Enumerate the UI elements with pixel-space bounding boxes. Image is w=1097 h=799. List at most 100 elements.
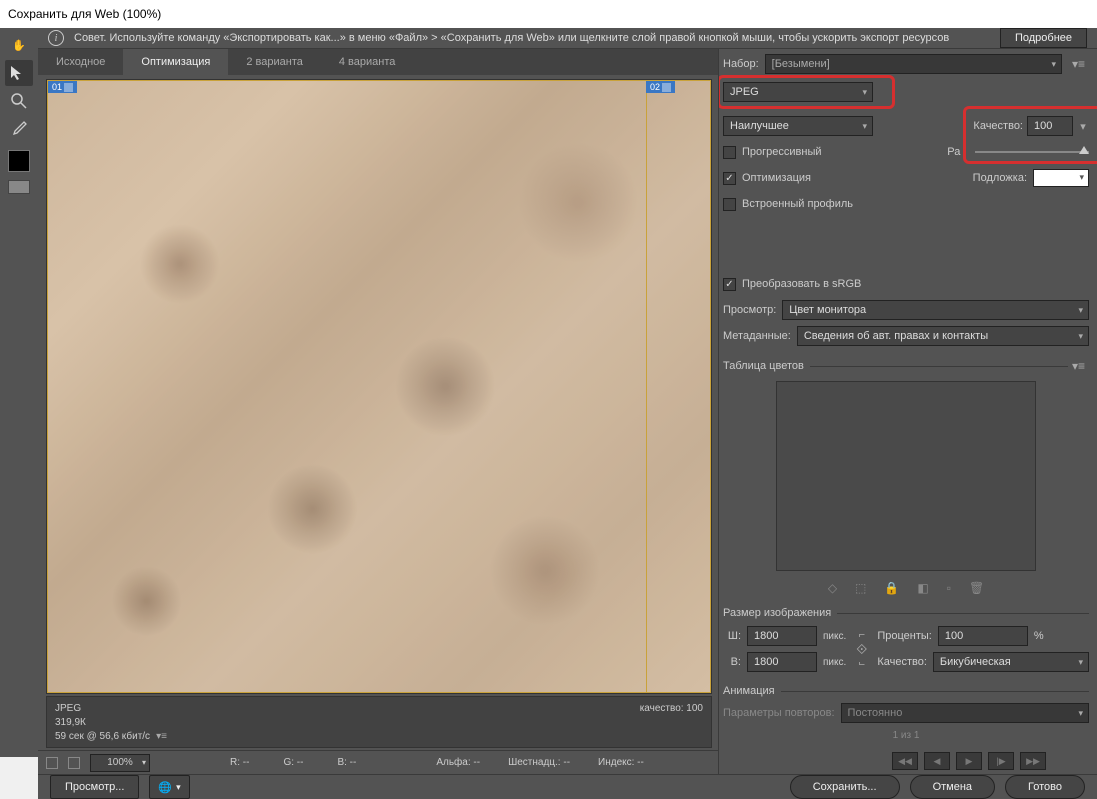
preview-dropdown[interactable]: Цвет монитора [782,300,1089,320]
resample-dropdown[interactable]: Бикубическая [933,652,1089,672]
status-r: R: -- [230,757,249,768]
tool-column: ✋ [0,28,38,757]
status-box-1[interactable] [46,757,58,769]
quality-preset-dropdown[interactable]: Наилучшее [723,116,873,136]
window-title: Сохранить для Web (100%) [0,0,1097,28]
embed-profile-checkbox[interactable] [723,198,736,211]
slice-badge-02[interactable]: 02 [646,81,675,93]
eyedropper-color-swatch[interactable] [8,150,30,172]
tab-4up[interactable]: 4 варианта [321,49,414,75]
info-text: Совет. Используйте команду «Экспортирова… [74,32,990,44]
bottom-button-bar: Просмотр... 🌐▾ Сохранить... Отмена Готов… [38,774,1097,799]
quality-slider[interactable] [975,151,1089,153]
blur-label-clipped: Ра [947,146,965,158]
preview-filesize: 319,9К [55,717,703,728]
slice-select-tool[interactable] [5,60,33,86]
tab-2up[interactable]: 2 варианта [228,49,321,75]
prev-frame-button[interactable]: ◀ [924,752,950,770]
animation-header: Анимация [723,685,775,697]
preview-tabs: Исходное Оптимизация 2 варианта 4 вариан… [38,49,718,75]
status-index: Индекс: -- [598,757,644,768]
browser-select-dropdown[interactable]: 🌐▾ [149,775,189,799]
preview-menu-icon[interactable]: ▾≡ [156,731,167,742]
done-button[interactable]: Готово [1005,775,1085,799]
optimized-label: Оптимизация [742,172,811,184]
cancel-button[interactable]: Отмена [910,775,995,799]
progressive-checkbox[interactable] [723,146,736,159]
color-table-menu-icon[interactable]: ▾≡ [1068,359,1089,373]
image-size-header: Размер изображения [723,607,831,619]
convert-srgb-checkbox[interactable] [723,278,736,291]
preset-menu-icon[interactable]: ▾≡ [1068,57,1089,71]
save-button[interactable]: Сохранить... [790,775,900,799]
preview-format: JPEG [55,703,703,714]
color-table [776,381,1036,571]
zoom-tool[interactable] [5,88,33,114]
animation-pager: 1 из 1 [723,727,1089,744]
ct-new-icon[interactable]: ▫ [947,581,951,595]
color-table-header: Таблица цветов [723,360,804,372]
color-table-toolbar: ◇ ⬚ 🔒 ◧ ▫ 🗑 [723,581,1089,595]
embed-profile-label: Встроенный профиль [742,198,853,210]
slice-overlay: 01 02 [47,80,711,693]
hand-tool[interactable]: ✋ [5,32,33,58]
status-box-2[interactable] [68,757,80,769]
width-label: Ш: [723,630,741,642]
preset-dropdown[interactable]: [Безымени] [765,54,1062,74]
percent-unit: % [1034,630,1044,642]
optimized-checkbox[interactable] [723,172,736,185]
status-g: G: -- [283,757,303,768]
learn-more-button[interactable]: Подробнее [1000,28,1087,48]
settings-panel: Набор: [Безымени] ▾≡ JPEG Наилучшее Каче… [718,49,1097,774]
constrain-link-icon[interactable]: ⟐ [854,641,869,658]
percent-input[interactable]: 100 [938,626,1028,646]
info-bar: i Совет. Используйте команду «Экспортиро… [38,28,1097,49]
mid-section: Исходное Оптимизация 2 варианта 4 вариан… [38,49,1097,774]
quality-label: Качество: [973,120,1023,132]
slice-visibility-toggle[interactable] [8,180,30,194]
convert-srgb-label: Преобразовать в sRGB [742,278,861,290]
dialog-body: ✋ i Совет. Используйте команду «Экспорти… [0,28,1097,757]
preview-canvas[interactable]: 01 02 [46,79,712,694]
animation-controls: ◀◀ ◀ ▶ |▶ ▶▶ [723,752,1089,770]
play-button[interactable]: ▶ [956,752,982,770]
preview-download-time: 59 сек @ 56,6 кбит/с [55,731,150,742]
height-unit: пикс. [823,657,846,668]
browser-preview-button[interactable]: Просмотр... [50,775,139,799]
ct-icon-1[interactable]: ◇ [828,581,837,595]
progressive-label: Прогрессивный [742,146,822,158]
metadata-label: Метаданные: [723,330,791,342]
ct-icon-4[interactable]: ◧ [917,581,928,595]
info-icon: i [48,30,64,46]
zoom-dropdown[interactable]: 100% [90,754,150,772]
status-b: B: -- [337,757,356,768]
metadata-dropdown[interactable]: Сведения об авт. правах и контакты [797,326,1089,346]
ct-icon-2[interactable]: ⬚ [855,581,866,595]
preview-label: Просмотр: [723,304,776,316]
height-input[interactable]: 1800 [747,652,817,672]
loop-dropdown[interactable]: Постоянно [841,703,1089,723]
preview-info: JPEG 319,9К 59 сек @ 56,6 кбит/с ▾≡ каче… [46,696,712,748]
quality-stepper-icon[interactable]: ▾ [1077,120,1089,133]
slice-badge-01[interactable]: 01 [48,81,77,93]
content-column: i Совет. Используйте команду «Экспортиро… [38,28,1097,757]
percent-label: Проценты: [877,630,932,642]
last-frame-button[interactable]: ▶▶ [1020,752,1046,770]
ct-lock-icon[interactable]: 🔒 [884,581,899,595]
status-hex: Шестнадц.: -- [508,757,570,768]
tab-optimized[interactable]: Оптимизация [123,49,228,75]
eyedropper-tool[interactable] [5,116,33,142]
tab-original[interactable]: Исходное [38,49,123,75]
preview-quality: качество: 100 [640,703,703,714]
width-unit: пикс. [823,631,846,642]
next-frame-button[interactable]: |▶ [988,752,1014,770]
format-dropdown[interactable]: JPEG [723,82,873,102]
height-label: В: [723,656,741,668]
first-frame-button[interactable]: ◀◀ [892,752,918,770]
preview-area: Исходное Оптимизация 2 варианта 4 вариан… [38,49,718,774]
matte-color-dropdown[interactable] [1033,169,1089,187]
loop-label: Параметры повторов: [723,707,835,719]
ct-trash-icon[interactable]: 🗑 [969,581,984,595]
width-input[interactable]: 1800 [747,626,817,646]
quality-input[interactable]: 100 [1027,116,1073,136]
